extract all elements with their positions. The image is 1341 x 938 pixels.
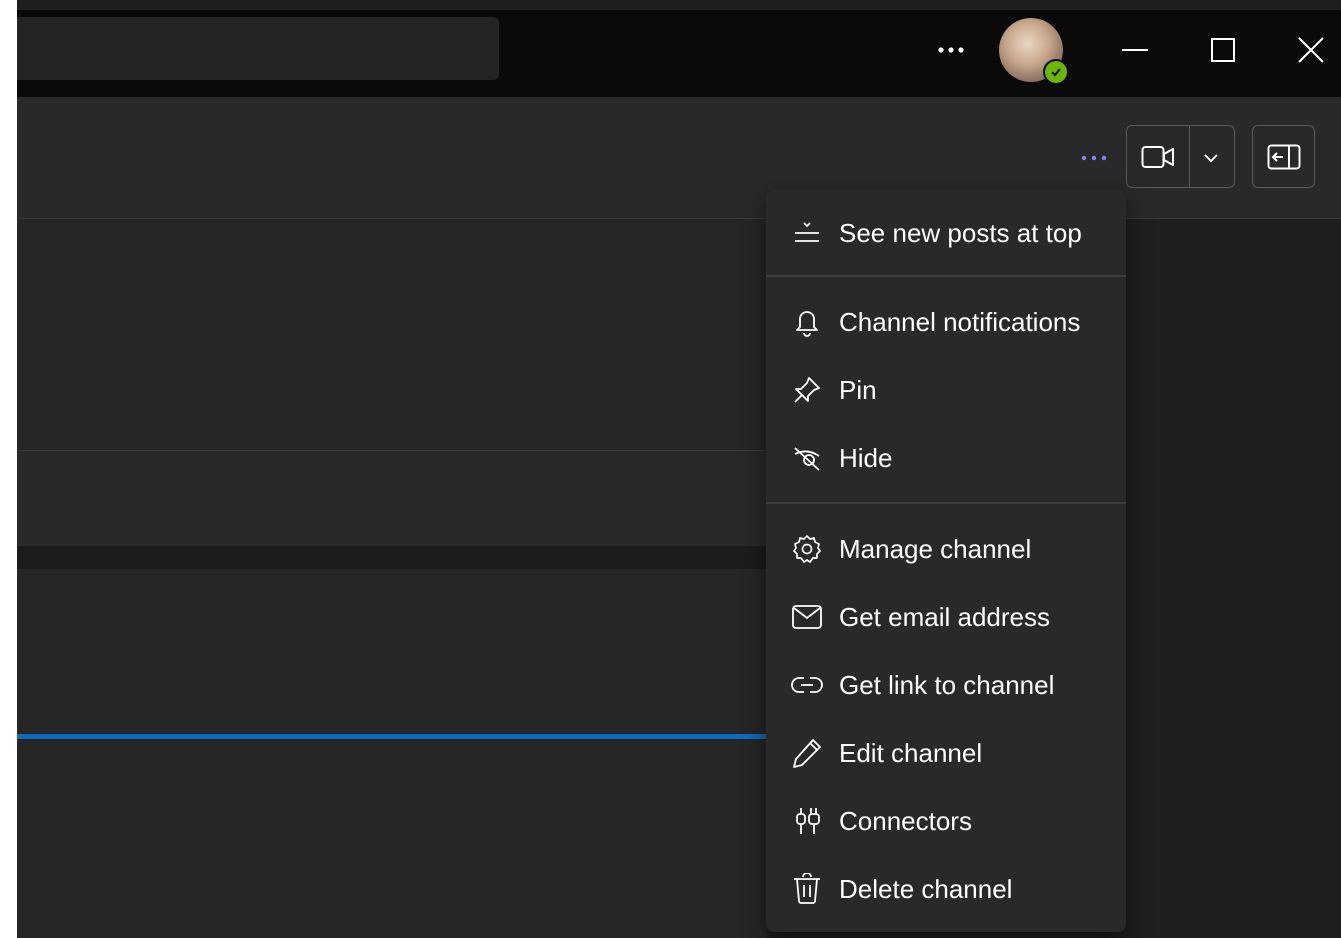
close-icon[interactable] bbox=[1291, 30, 1331, 70]
menu-item-label: Get email address bbox=[839, 601, 1050, 632]
more-horizontal-icon[interactable] bbox=[930, 33, 972, 67]
menu-item-label: Pin bbox=[839, 374, 877, 405]
menu-item-pin[interactable]: Pin bbox=[766, 360, 1126, 420]
content-section bbox=[17, 219, 767, 451]
link-icon bbox=[790, 668, 824, 702]
focus-indicator-line bbox=[17, 734, 767, 739]
menu-item-label: Delete channel bbox=[839, 873, 1013, 904]
menu-item-get-email-address[interactable]: Get email address bbox=[766, 587, 1126, 647]
search-input[interactable] bbox=[17, 17, 499, 80]
chevron-down-icon[interactable] bbox=[1197, 146, 1225, 170]
eye-off-icon bbox=[790, 441, 824, 475]
content-section bbox=[17, 569, 767, 938]
menu-item-label: Edit channel bbox=[839, 737, 983, 768]
menu-item-get-link-to-channel[interactable]: Get link to channel bbox=[766, 655, 1126, 715]
menu-item-label: Connectors bbox=[839, 805, 972, 836]
presence-available-icon bbox=[1043, 59, 1069, 85]
menu-item-edit-channel[interactable]: Edit channel bbox=[766, 723, 1126, 783]
bell-icon bbox=[790, 305, 824, 339]
channel-options-menu: See new posts at top Channel notificatio… bbox=[766, 190, 1126, 932]
menu-item-channel-notifications[interactable]: Channel notifications bbox=[766, 292, 1126, 352]
video-camera-icon bbox=[1141, 140, 1175, 174]
mail-icon bbox=[790, 600, 824, 634]
menu-separator bbox=[766, 275, 1126, 277]
connectors-icon bbox=[790, 804, 824, 838]
side-panel-icon bbox=[1267, 144, 1301, 170]
menu-item-manage-channel[interactable]: Manage channel bbox=[766, 519, 1126, 579]
menu-item-label: Manage channel bbox=[839, 533, 1032, 564]
more-options-icon[interactable] bbox=[1078, 146, 1110, 170]
menu-item-connectors[interactable]: Connectors bbox=[766, 791, 1126, 851]
maximize-icon[interactable] bbox=[1203, 30, 1243, 70]
menu-item-label: Get link to channel bbox=[839, 669, 1055, 700]
menu-item-label: See new posts at top bbox=[839, 217, 1082, 248]
open-side-panel-button[interactable] bbox=[1252, 125, 1315, 188]
pin-icon bbox=[790, 373, 824, 407]
menu-item-label: Channel notifications bbox=[839, 306, 1081, 337]
content-gap bbox=[17, 546, 767, 569]
content-section bbox=[17, 451, 767, 546]
menu-item-label: Hide bbox=[839, 442, 893, 473]
menu-item-hide[interactable]: Hide bbox=[766, 428, 1126, 488]
menu-item-see-new-posts-at-top[interactable]: See new posts at top bbox=[766, 203, 1126, 263]
minimize-icon[interactable] bbox=[1115, 30, 1155, 70]
meet-now-button[interactable] bbox=[1126, 125, 1235, 188]
left-edge-strip bbox=[0, 0, 17, 938]
menu-item-delete-channel[interactable]: Delete channel bbox=[766, 859, 1126, 919]
gear-icon bbox=[790, 532, 824, 566]
button-divider bbox=[1189, 126, 1190, 187]
menu-separator bbox=[766, 502, 1126, 504]
pencil-icon bbox=[790, 736, 824, 770]
sort-new-top-icon bbox=[790, 216, 824, 250]
trash-icon bbox=[790, 872, 824, 906]
